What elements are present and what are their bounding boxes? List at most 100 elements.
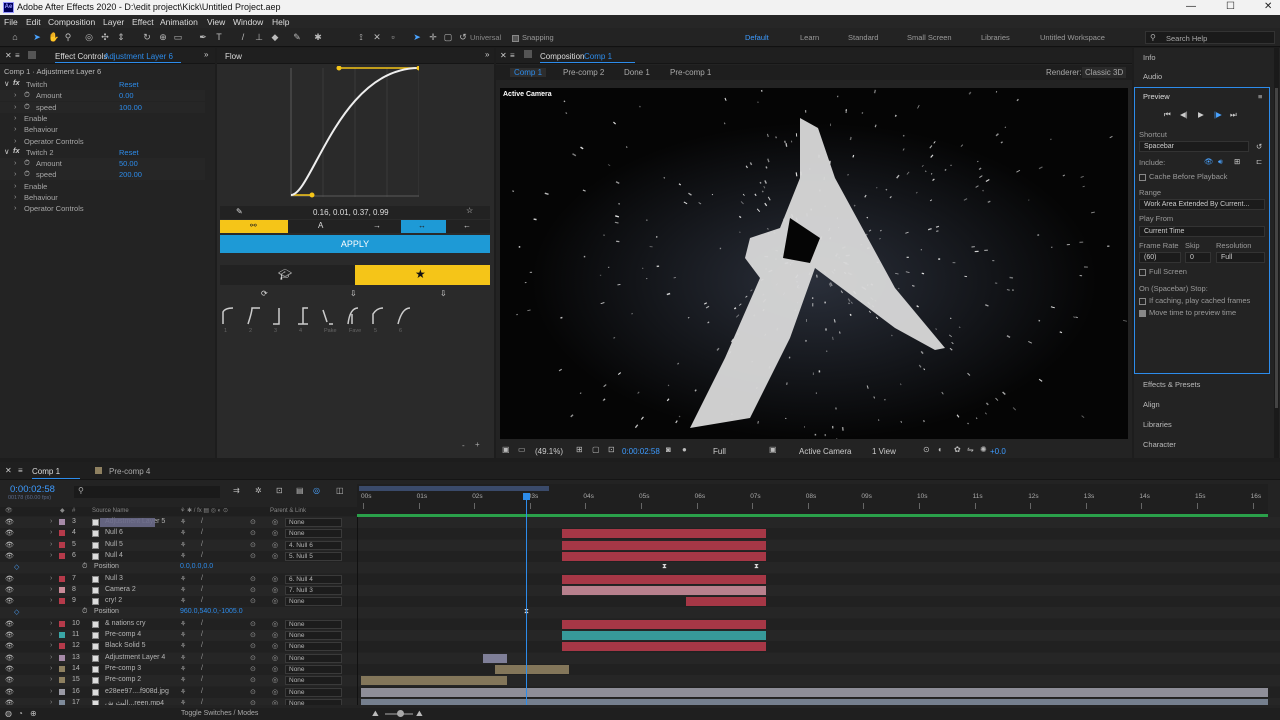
layer-duration-bar[interactable]: [562, 551, 766, 561]
visibility-eye-icon[interactable]: 👁︎: [5, 529, 14, 537]
effect-row[interactable]: › ⏱︎ speed 200.00: [0, 169, 205, 181]
roto-tool-icon[interactable]: ✎: [292, 32, 302, 42]
visibility-eye-icon[interactable]: 👁︎: [5, 620, 14, 628]
effect-row[interactable]: ∨ fx Twitch Reset: [0, 78, 205, 90]
visibility-eye-icon[interactable]: 👁︎: [5, 676, 14, 684]
parent-select[interactable]: None: [285, 664, 342, 674]
parent-select[interactable]: None: [285, 698, 342, 705]
workspace-standard[interactable]: Standard: [848, 33, 878, 42]
expand-arrow-icon[interactable]: ›: [14, 181, 17, 190]
scale-icon[interactable]: ▢: [443, 32, 453, 42]
quality-switch-icon[interactable]: /: [201, 575, 203, 582]
libraries-tab[interactable]: Libraries: [1143, 420, 1172, 429]
label-color-icon[interactable]: [59, 643, 65, 650]
move-time-checkbox[interactable]: Move time to preview time: [1139, 308, 1236, 317]
parent-select[interactable]: None: [285, 597, 342, 607]
motion-blur-icon[interactable]: ◎: [313, 486, 320, 495]
visibility-eye-icon[interactable]: 👁︎: [5, 699, 14, 705]
comp-mini-flowchart-icon[interactable]: ⇉: [233, 486, 240, 495]
layer-duration-bar[interactable]: [361, 676, 507, 686]
visibility-eye-icon[interactable]: 👁︎: [5, 541, 14, 549]
keyframe-nav-icon[interactable]: ◇: [14, 608, 19, 616]
hand-tool-icon[interactable]: ✋: [48, 32, 59, 42]
menu-edit[interactable]: Edit: [26, 17, 41, 27]
effect-controls-layer[interactable]: Adjustment Layer 6: [104, 52, 173, 61]
pick-whip-icon[interactable]: ◎: [272, 575, 278, 583]
preset-curve[interactable]: 3: [271, 306, 293, 338]
timeline-layer-row[interactable]: 👁︎ › 4 Null 6 ⚘ / ⊙ ◎ None: [0, 528, 1280, 540]
visibility-eye-icon[interactable]: 👁︎: [5, 654, 14, 662]
quality-switch-icon[interactable]: /: [201, 642, 203, 649]
timeline-layer-row[interactable]: 👁︎ › 9 cry! 2 ⚘ / ⊙ ◎ None: [0, 596, 1280, 608]
shy-switch-icon[interactable]: ⚘: [180, 699, 186, 705]
expand-icon[interactable]: ⊕: [30, 709, 37, 718]
parent-select[interactable]: 4. Null 6: [285, 540, 342, 550]
shy-switch-icon[interactable]: ⚘: [180, 586, 186, 594]
shy-switch-icon[interactable]: ⚘: [180, 676, 186, 684]
expand-arrow-icon[interactable]: ›: [50, 529, 52, 536]
parent-select[interactable]: None: [285, 631, 342, 640]
local-axis-icon[interactable]: ⟟: [356, 32, 366, 42]
timeline-layer-row[interactable]: 👁︎ › 17 البث ش...reen.mp4 ⚘ / ⊙ ◎ None: [0, 697, 1280, 705]
lock-icon[interactable]: [524, 50, 532, 58]
align-tab[interactable]: Align: [1143, 400, 1160, 409]
effect-value[interactable]: 50.00: [119, 159, 138, 168]
info-panel-tab[interactable]: Info: [1143, 53, 1156, 62]
timeline-layer-row[interactable]: 👁︎ › 5 Null 5 ⚘ / ⊙ ◎ 4. Null 6: [0, 539, 1280, 551]
quality-switch-icon[interactable]: /: [201, 676, 203, 683]
layer-duration-bar[interactable]: [562, 619, 766, 629]
expand-arrow-icon[interactable]: ›: [50, 665, 52, 672]
expand-arrow-icon[interactable]: ›: [50, 541, 52, 548]
stopwatch-icon[interactable]: ⏱︎: [82, 608, 87, 616]
pick-whip-icon[interactable]: ◎: [272, 699, 278, 705]
shy-switch-icon[interactable]: ⚘: [180, 665, 186, 673]
frame-blend-icon[interactable]: ▤: [296, 486, 304, 495]
quality-switch-icon[interactable]: /: [201, 552, 203, 559]
presets-tab-favorites[interactable]: ★: [355, 265, 490, 285]
shy-switch-icon[interactable]: ⚘: [180, 620, 186, 628]
resolution-select[interactable]: Full: [1216, 252, 1265, 263]
stopwatch-icon[interactable]: ⏱︎: [24, 90, 30, 100]
flow-tab[interactable]: Flow: [225, 52, 242, 61]
exposure-icon[interactable]: ✺: [980, 445, 987, 454]
region-icon[interactable]: ⊡: [608, 445, 615, 454]
fx-icon[interactable]: fx: [13, 78, 20, 87]
shortcut-select[interactable]: Spacebar: [1139, 141, 1249, 152]
effect-row[interactable]: ∨ fx Twitch 2 Reset: [0, 146, 205, 158]
property-value[interactable]: 0.0,0.0,0.0: [180, 563, 213, 570]
quality-switch-icon[interactable]: /: [201, 654, 203, 661]
preset-curve[interactable]: Fave: [346, 306, 368, 338]
rotate-tool-icon[interactable]: ↻: [142, 32, 152, 42]
eraser-tool-icon[interactable]: ◆: [270, 32, 280, 42]
rotate-gizmo-icon[interactable]: ↺: [458, 32, 468, 42]
close-panel-icon[interactable]: ✕: [500, 51, 507, 60]
camera-icon[interactable]: ◙: [666, 445, 671, 454]
quality-switch-icon[interactable]: /: [201, 518, 203, 525]
effect-controls-tab[interactable]: Effect Controls: [55, 52, 107, 61]
preset-curve[interactable]: 4: [296, 306, 318, 338]
layer-duration-bar[interactable]: [495, 664, 569, 674]
visibility-eye-icon[interactable]: 👁︎: [5, 642, 14, 650]
3d-switch-icon[interactable]: ⊙: [250, 529, 256, 537]
bezier-values[interactable]: 0.16, 0.01, 0.37, 0.99: [313, 208, 389, 217]
expand-arrow-icon[interactable]: ›: [50, 699, 52, 705]
quality-switch-icon[interactable]: /: [201, 529, 203, 536]
expand-arrow-icon[interactable]: ›: [50, 688, 52, 695]
3d-switch-icon[interactable]: ⊙: [250, 676, 256, 684]
include-overlay-icon[interactable]: ⊞: [1234, 157, 1240, 166]
bezier-curve-graph[interactable]: [287, 66, 419, 198]
3d-switch-icon[interactable]: ⊙: [250, 586, 256, 594]
expand-arrow-icon[interactable]: ›: [50, 597, 52, 604]
timeline-layer-row[interactable]: ◇ ⏱︎ Position 0.0,0.0,0.0 ⧗ ⧗: [0, 562, 1280, 574]
brush-tool-icon[interactable]: /: [238, 32, 248, 42]
property-value[interactable]: 960.0,540.0,-1005.0: [180, 608, 243, 615]
expand-arrow-icon[interactable]: ›: [14, 203, 17, 212]
workspace-learn[interactable]: Learn: [800, 33, 819, 42]
rectangle-tool-icon[interactable]: ▭: [173, 32, 183, 42]
view-axis-icon[interactable]: ▫: [388, 32, 398, 42]
layer-duration-bar[interactable]: [562, 585, 766, 595]
render-time-icon[interactable]: ◍: [5, 709, 12, 718]
parent-select[interactable]: 5. Null 5: [285, 551, 342, 561]
pan-tool-icon[interactable]: ✣: [100, 32, 110, 42]
layer-duration-bar[interactable]: [562, 574, 766, 584]
